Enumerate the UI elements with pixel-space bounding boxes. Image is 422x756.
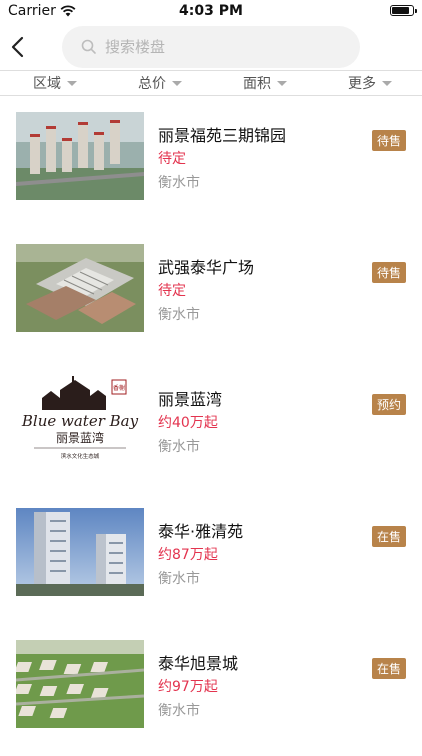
listing-thumbnail-plaza [16,244,144,332]
listing-thumbnail-highrise [16,508,144,596]
listing-name: 丽景蓝湾 [158,390,223,409]
listing-price: 约97万起 [158,679,218,695]
filter-label: 更多 [348,76,376,92]
filter-area[interactable]: 面积 [243,73,287,93]
caret-down-icon [172,80,182,86]
search-input[interactable] [103,37,327,57]
listing-name: 武强泰华广场 [158,258,255,277]
logo-seal-text: 香榭 [113,384,125,392]
listing-thumbnail-community [16,640,144,728]
status-badge: 预约 [371,394,406,415]
caret-down-icon [67,80,77,86]
listing-name: 泰华·雅清苑 [158,522,244,541]
listing-name: 丽景福苑三期锦园 [158,126,287,145]
listing-thumbnail-logo: 香榭 Blue water Bay 丽景蓝湾 滨水文化生态城 [16,376,144,464]
listing-item[interactable]: 泰华·雅清苑 约87万起 衡水市 在售 [0,492,422,624]
filter-more[interactable]: 更多 [348,73,392,93]
listing-city: 衡水市 [158,175,200,191]
caret-down-icon [382,80,392,86]
status-bar: Carrier 4:03 PM [0,0,422,24]
listing-price: 待定 [158,151,186,167]
back-button[interactable] [6,32,32,62]
listing-thumbnail-towers [16,112,144,200]
search-icon [81,39,96,54]
caret-down-icon [277,80,287,86]
clock: 4:03 PM [179,3,243,19]
filter-total-price[interactable]: 总价 [138,73,182,93]
filter-label: 区域 [33,76,61,92]
filter-region[interactable]: 区域 [33,73,77,93]
battery-icon [390,5,417,16]
nav-bar [0,24,422,70]
listing-item[interactable]: 泰华旭景城 约97万起 衡水市 在售 [0,624,422,756]
status-badge: 在售 [371,526,406,547]
listing-city: 衡水市 [158,703,200,719]
logo-slogan-text: 滨水文化生态城 [61,452,100,460]
listing-name: 泰华旭景城 [158,654,239,673]
listing-price: 约40万起 [158,415,218,431]
status-badge: 在售 [371,658,406,679]
listing-city: 衡水市 [158,439,200,455]
listing-item[interactable]: 香榭 Blue water Bay 丽景蓝湾 滨水文化生态城 丽景蓝湾 约40万… [0,360,422,492]
listing-city: 衡水市 [158,571,200,587]
listing-city: 衡水市 [158,307,200,323]
listing-price: 待定 [158,283,186,299]
search-bar[interactable] [62,26,360,68]
status-badge: 待售 [371,262,406,283]
chevron-left-icon [11,36,24,58]
listing-price: 约87万起 [158,547,218,563]
logo-script-text: Blue water Bay [21,412,139,430]
filter-label: 总价 [138,76,166,92]
filter-label: 面积 [243,76,271,92]
filter-bar: 区域 总价 面积 更多 [0,70,422,96]
listing-item[interactable]: 丽景福苑三期锦园 待定 衡水市 待售 [0,96,422,228]
listing-item[interactable]: 武强泰华广场 待定 衡水市 待售 [0,228,422,360]
status-badge: 待售 [371,130,406,151]
logo-cn-text: 丽景蓝湾 [56,430,104,445]
